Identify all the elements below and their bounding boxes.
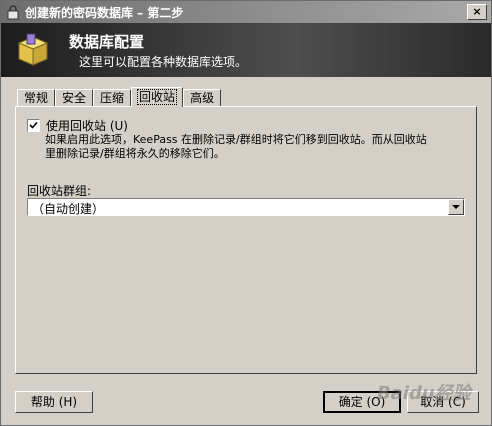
recycle-group-label: 回收站群组: xyxy=(27,184,92,198)
recycle-bin-description: 如果启用此选项，KeePass 在删除记录/群组时将它们移到回收站。而从回收站 … xyxy=(45,133,427,160)
tab-compression[interactable]: 压缩 xyxy=(93,89,132,107)
use-recycle-bin-checkbox[interactable] xyxy=(27,119,40,132)
dialog-window: 创建新的密码数据库 – 第二步 × 数据库配置 这里可以配置各种数据库选项。 常… xyxy=(0,0,492,426)
tab-strip: 常规 安全 压缩 回收站 高级 xyxy=(17,87,222,107)
chevron-down-icon xyxy=(452,205,460,209)
dropdown-button[interactable] xyxy=(448,199,464,215)
tab-advanced[interactable]: 高级 xyxy=(183,89,222,107)
lock-icon xyxy=(7,5,19,20)
window-title: 创建新的密码数据库 – 第二步 xyxy=(25,5,184,20)
help-button[interactable]: 帮助 (H) xyxy=(15,391,93,413)
check-icon xyxy=(29,121,38,129)
tab-recycle-bin[interactable]: 回收站 xyxy=(131,87,184,107)
use-recycle-bin-label: 使用回收站 (U) xyxy=(46,119,128,133)
close-button[interactable]: × xyxy=(467,4,487,20)
use-recycle-bin-row[interactable]: 使用回收站 (U) xyxy=(27,117,128,134)
tab-security[interactable]: 安全 xyxy=(55,89,94,107)
header-banner: 数据库配置 这里可以配置各种数据库选项。 xyxy=(1,23,491,77)
database-icon xyxy=(17,33,49,66)
watermark: Baidu经验 xyxy=(377,383,471,404)
recycle-group-select[interactable]: （自动创建） xyxy=(27,198,465,216)
recycle-group-value: （自动创建） xyxy=(32,202,105,216)
tab-general[interactable]: 常规 xyxy=(17,89,56,107)
banner-title: 数据库配置 xyxy=(69,33,145,51)
banner-subtitle: 这里可以配置各种数据库选项。 xyxy=(79,55,248,69)
title-bar[interactable]: 创建新的密码数据库 – 第二步 × xyxy=(1,1,491,23)
